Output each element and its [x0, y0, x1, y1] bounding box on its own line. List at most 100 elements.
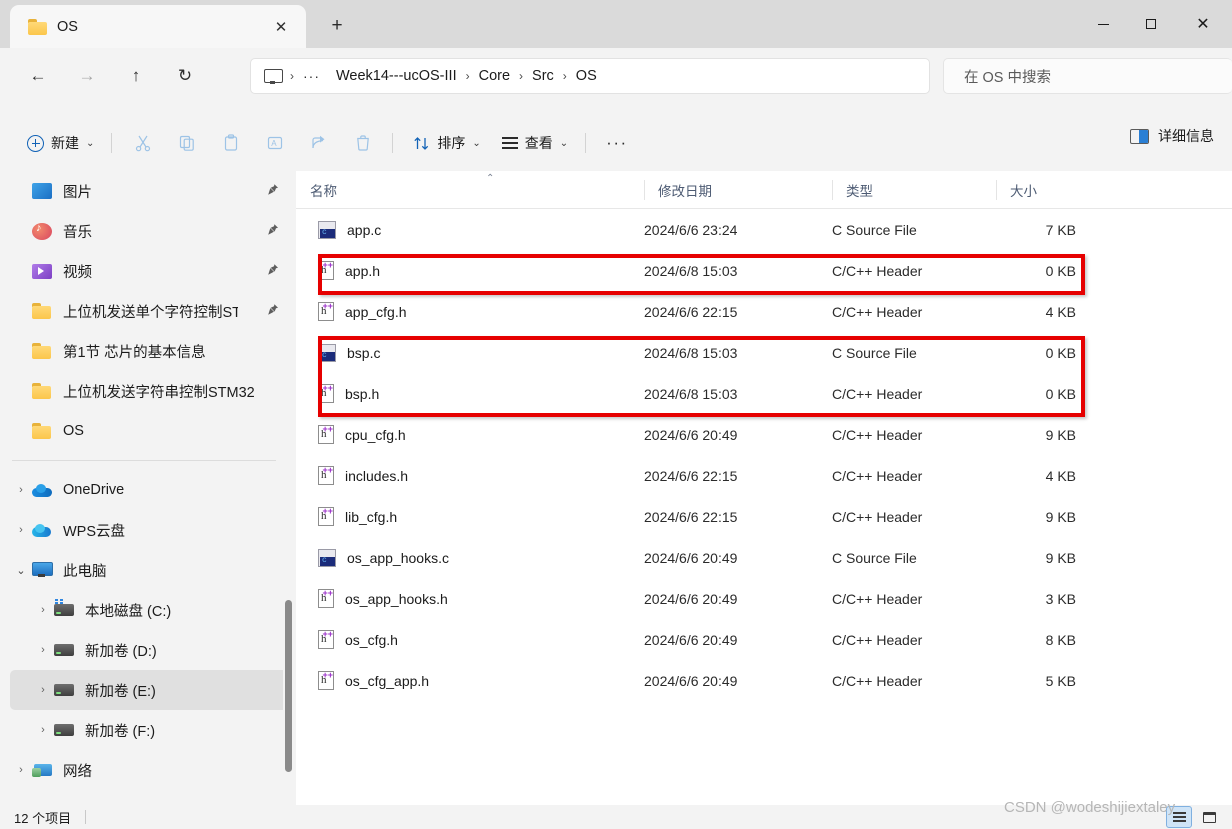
sidebar-divider [12, 460, 276, 461]
sidebar-item-drive-c[interactable]: › 本地磁盘 (C:) [10, 590, 288, 630]
share-button[interactable] [298, 126, 340, 160]
details-pane-button[interactable]: 详细信息 [1130, 126, 1214, 146]
paste-button[interactable] [210, 126, 252, 160]
file-type-cell: C Source File [832, 344, 917, 361]
status-divider [85, 810, 87, 824]
chevron-right-icon[interactable]: › [32, 684, 54, 696]
address-bar[interactable]: › ··· Week14---ucOS-III › Core › Src › O… [250, 58, 930, 94]
close-window-button[interactable]: ✕ [1174, 0, 1232, 48]
file-type-cell: C/C++ Header [832, 426, 923, 443]
details-pane-label: 详细信息 [1158, 128, 1214, 144]
breadcrumb-separator: › [562, 69, 567, 83]
new-tab-button[interactable]: + [322, 12, 352, 40]
file-type-cell: C/C++ Header [832, 672, 923, 689]
large-icons-view-button[interactable] [1196, 806, 1222, 828]
tab-os[interactable]: OS ✕ [10, 5, 306, 48]
breadcrumb-item-2[interactable]: Src [532, 68, 554, 84]
sidebar-item-folder-chip-basics[interactable]: 第1节 芯片的基本信息 [10, 331, 288, 371]
table-row[interactable]: os_app_hooks.c 2024/6/6 20:49 C Source Fil… [296, 537, 1232, 578]
sidebar-item-folder-os[interactable]: OS [10, 411, 288, 451]
table-row[interactable]: os_cfg.h 2024/6/6 20:49 C/C++ Header 8 KB [296, 619, 1232, 660]
h-header-icon [318, 425, 334, 444]
sidebar-item-drive-e[interactable]: › 新加卷 (E:) [10, 670, 288, 710]
back-icon[interactable]: ← [18, 59, 58, 93]
chevron-right-icon[interactable]: › [32, 604, 54, 616]
new-button[interactable]: 新建 ⌄ [18, 126, 103, 160]
pin-icon[interactable] [266, 263, 280, 277]
sidebar-item-drive-d[interactable]: › 新加卷 (D:) [10, 630, 288, 670]
pin-icon[interactable] [266, 303, 280, 317]
chevron-right-icon[interactable]: › [10, 484, 32, 496]
table-row[interactable]: app_cfg.h 2024/6/6 22:15 C/C++ Header 4 KB [296, 291, 1232, 332]
sidebar-item-videos[interactable]: 视频 [10, 251, 288, 291]
table-row[interactable]: bsp.h 2024/6/8 15:03 C/C++ Header 0 KB [296, 373, 1232, 414]
column-header-name[interactable]: 名称 ⌃ [296, 171, 644, 209]
refresh-icon[interactable]: ↻ [165, 59, 205, 93]
large-icons-view-icon [1202, 811, 1216, 823]
search-box[interactable]: 在 OS 中搜索 [943, 58, 1232, 94]
close-tab-icon[interactable]: ✕ [270, 16, 292, 38]
delete-button[interactable] [342, 126, 384, 160]
pin-icon[interactable] [266, 223, 280, 237]
copy-button[interactable] [166, 126, 208, 160]
minimize-button[interactable] [1080, 0, 1127, 48]
sidebar-item-music[interactable]: 音乐 [10, 211, 288, 251]
breadcrumb-separator: › [290, 69, 294, 83]
chevron-right-icon[interactable]: › [32, 644, 54, 656]
chevron-down-icon: ⌄ [472, 137, 481, 149]
sidebar-item-this-pc[interactable]: ⌄ 此电脑 [10, 550, 288, 590]
folder-icon [32, 343, 52, 359]
table-row[interactable]: cpu_cfg.h 2024/6/6 20:49 C/C++ Header 9 KB [296, 414, 1232, 455]
file-size-cell: 9 KB [1045, 508, 1076, 525]
table-row[interactable]: app.c 2024/6/6 23:24 C Source File 7 KB [296, 209, 1232, 250]
sidebar-item-wps-cloud[interactable]: › WPS云盘 [10, 510, 288, 550]
chevron-right-icon[interactable]: › [32, 724, 54, 736]
sidebar-item-onedrive[interactable]: › OneDrive [10, 470, 288, 510]
sidebar-item-label: 第1节 芯片的基本信息 [63, 344, 206, 361]
file-type-cell: C Source File [832, 549, 917, 566]
rename-button[interactable]: A [254, 126, 296, 160]
details-pane-icon [1130, 128, 1149, 144]
maximize-button[interactable] [1127, 0, 1174, 48]
more-options-button[interactable]: ··· [597, 126, 636, 160]
chevron-right-icon[interactable]: › [10, 764, 32, 776]
sort-ascending-icon: ⌃ [486, 172, 495, 184]
file-name-cell: lib_cfg.h [296, 507, 397, 526]
pin-icon[interactable] [266, 183, 280, 197]
this-pc-icon[interactable] [264, 68, 283, 84]
forward-icon[interactable]: → [67, 59, 107, 93]
breadcrumb-overflow-icon[interactable]: ··· [303, 68, 320, 84]
file-date-cell: 2024/6/6 22:15 [644, 467, 738, 484]
table-row[interactable]: os_app_hooks.h 2024/6/6 20:49 C/C++ Header… [296, 578, 1232, 619]
breadcrumb-item-0[interactable]: Week14---ucOS-III [336, 68, 457, 84]
sidebar-item-drive-f[interactable]: › 新加卷 (F:) [10, 710, 288, 750]
breadcrumb-item-3[interactable]: OS [576, 68, 597, 84]
cut-button[interactable] [122, 126, 164, 160]
sidebar-item-label: 新加卷 (D:) [85, 643, 157, 660]
table-row[interactable]: lib_cfg.h 2024/6/6 22:15 C/C++ Header 9 KB [296, 496, 1232, 537]
up-icon[interactable]: ↑ [116, 59, 156, 93]
file-name-cell: os_cfg_app.h [296, 671, 429, 690]
table-row[interactable]: os_cfg_app.h 2024/6/6 20:49 C/C++ Header 5 … [296, 660, 1232, 701]
sidebar-item-pictures[interactable]: 图片 [10, 171, 288, 211]
sidebar-item-network[interactable]: › 网络 [10, 750, 288, 790]
column-header-size[interactable]: 大小 [996, 171, 1096, 209]
breadcrumb-item-1[interactable]: Core [479, 68, 510, 84]
column-header-date[interactable]: 修改日期 [644, 171, 832, 209]
folder-icon [32, 383, 52, 399]
table-row[interactable]: includes.h 2024/6/6 22:15 C/C++ Header 4 KB [296, 455, 1232, 496]
search-input[interactable]: 在 OS 中搜索 [964, 66, 1051, 87]
file-name-label: os_cfg.h [345, 631, 398, 648]
sidebar-item-folder-single-char[interactable]: 上位机发送单个字符控制STM [10, 291, 288, 331]
table-row[interactable]: app.h 2024/6/8 15:03 C/C++ Header 0 KB [296, 250, 1232, 291]
sidebar-scrollbar-thumb[interactable] [285, 600, 292, 772]
file-type-cell: C Source File [832, 221, 917, 238]
view-button[interactable]: 查看 ⌄ [493, 126, 577, 160]
chevron-down-icon[interactable]: ⌄ [10, 564, 32, 577]
table-row[interactable]: bsp.c 2024/6/8 15:03 C Source File 0 KB [296, 332, 1232, 373]
sidebar-item-folder-string-ctrl[interactable]: 上位机发送字符串控制STM32 [10, 371, 288, 411]
sort-button[interactable]: 排序 ⌄ [404, 126, 489, 160]
chevron-right-icon[interactable]: › [10, 524, 32, 536]
column-header-type[interactable]: 类型 [832, 171, 996, 209]
column-header-name-label: 名称 [310, 183, 337, 199]
